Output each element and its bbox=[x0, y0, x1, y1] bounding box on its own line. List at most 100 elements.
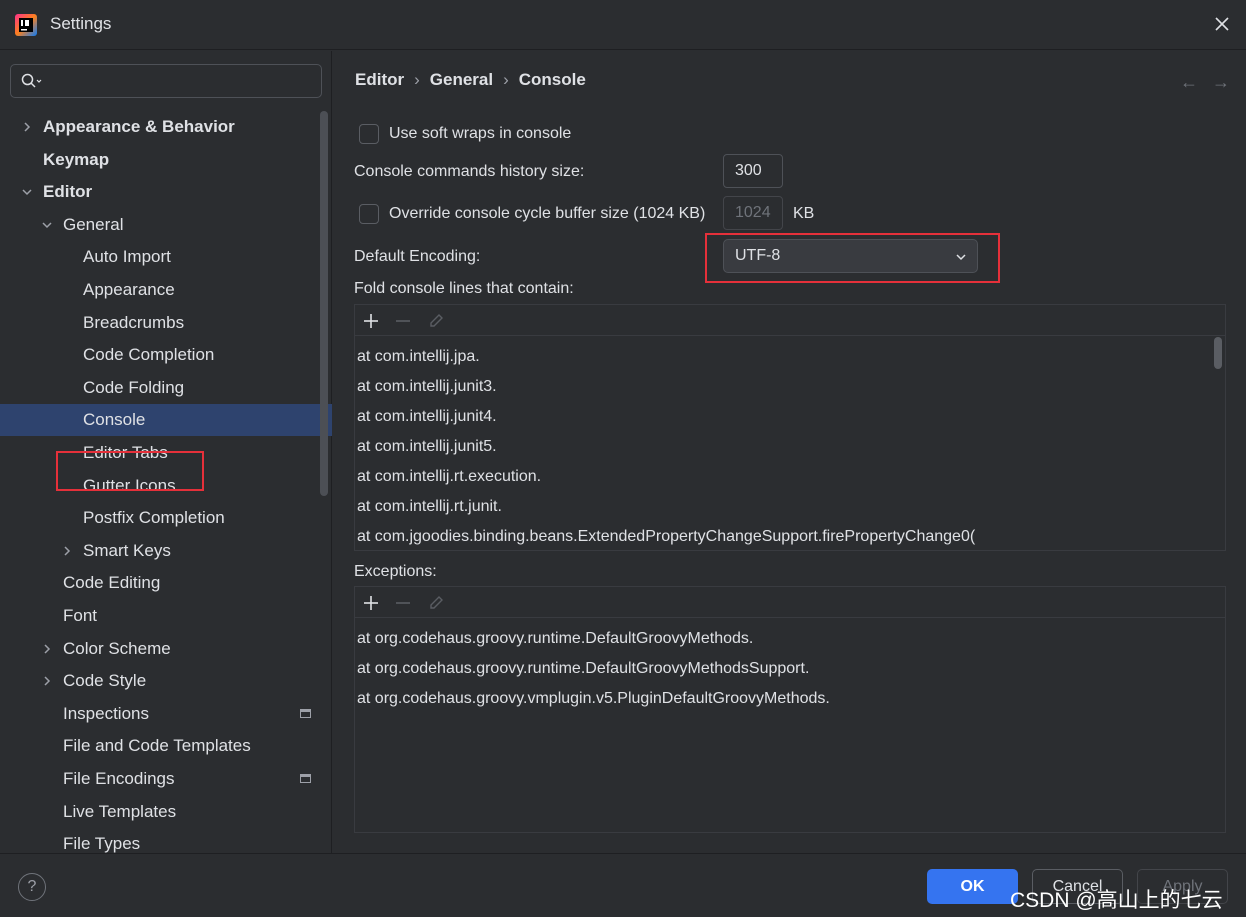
tree-item[interactable]: Postfix Completion bbox=[0, 502, 332, 534]
fold-line-item[interactable]: at com.intellij.rt.execution. bbox=[357, 462, 541, 492]
exception-item[interactable]: at org.codehaus.groovy.vmplugin.v5.Plugi… bbox=[357, 684, 830, 714]
tree-item[interactable]: File and Code Templates bbox=[0, 730, 332, 762]
tree-item-label: Breadcrumbs bbox=[83, 312, 185, 332]
close-icon[interactable] bbox=[1210, 12, 1234, 36]
tree-item-label: Keymap bbox=[43, 149, 110, 169]
tree-item[interactable]: Font bbox=[0, 600, 332, 632]
tree-item-label: Code Completion bbox=[83, 345, 215, 365]
ok-button[interactable]: OK bbox=[927, 869, 1018, 904]
tree-item-label: Inspections bbox=[63, 703, 149, 723]
fold-line-item[interactable]: at com.intellij.rt.junit. bbox=[357, 492, 502, 522]
tree-item[interactable]: Code Style bbox=[0, 665, 332, 697]
tree-item[interactable]: Appearance & Behavior bbox=[0, 111, 332, 143]
tree-item[interactable]: Code Editing bbox=[0, 567, 332, 599]
remove-icon[interactable] bbox=[393, 593, 413, 613]
exceptions-toolbar bbox=[355, 587, 1225, 618]
search-icon bbox=[21, 73, 42, 88]
exception-item[interactable]: at org.codehaus.groovy.runtime.DefaultGr… bbox=[357, 654, 809, 684]
tree-item-label: Auto Import bbox=[83, 247, 171, 267]
search-field[interactable] bbox=[10, 64, 322, 98]
dialog-footer: ? OK Cancel Apply CSDN @高山上的七云 bbox=[0, 853, 1246, 917]
tree-item[interactable]: File Encodings bbox=[0, 763, 332, 795]
chevron-down-icon[interactable] bbox=[40, 218, 54, 232]
fold-line-item[interactable]: at com.intellij.jpa. bbox=[357, 342, 480, 372]
tree-item[interactable]: Inspections bbox=[0, 698, 332, 730]
intellij-logo-icon bbox=[15, 14, 37, 36]
chevron-right-icon[interactable] bbox=[20, 120, 34, 134]
history-size-label: Console commands history size: bbox=[354, 163, 585, 180]
csdn-watermark: CSDN @高山上的七云 bbox=[1010, 889, 1223, 912]
project-settings-icon bbox=[300, 774, 311, 783]
tree-item[interactable]: Breadcrumbs bbox=[0, 307, 332, 339]
chevron-right-icon[interactable] bbox=[40, 674, 54, 688]
fold-toolbar bbox=[355, 305, 1225, 336]
chevron-down-icon[interactable] bbox=[20, 185, 34, 199]
tree-item[interactable]: Code Folding bbox=[0, 372, 332, 404]
tree-item-label: Gutter Icons bbox=[83, 475, 176, 495]
tree-item-label: File Encodings bbox=[63, 769, 175, 788]
tree-item[interactable]: Color Scheme bbox=[0, 633, 332, 665]
tree-item-label: Color Scheme bbox=[63, 638, 171, 658]
edit-pencil-icon[interactable] bbox=[426, 593, 446, 613]
help-button[interactable]: ? bbox=[18, 873, 46, 901]
tree-item[interactable]: Auto Import bbox=[0, 241, 332, 273]
tree-item[interactable]: General bbox=[0, 209, 332, 241]
encoding-dropdown[interactable]: UTF-8 bbox=[723, 239, 978, 273]
tree-item[interactable]: Keymap bbox=[0, 144, 332, 176]
tree-item-label: Appearance bbox=[83, 280, 175, 299]
exception-item[interactable]: at org.codehaus.groovy.runtime.DefaultGr… bbox=[357, 624, 753, 654]
fold-line-item[interactable]: at com.intellij.junit5. bbox=[357, 432, 497, 462]
breadcrumb-console: Console bbox=[518, 70, 586, 89]
tree-item-label: Postfix Completion bbox=[83, 508, 225, 528]
fold-lines-label: Fold console lines that contain: bbox=[354, 280, 574, 297]
forward-arrow-icon[interactable]: → bbox=[1212, 73, 1230, 91]
history-size-input[interactable]: 300 bbox=[723, 154, 783, 188]
override-buffer-label: Override console cycle buffer size (1024… bbox=[389, 205, 706, 222]
fold-list-scrollbar[interactable] bbox=[1214, 337, 1222, 369]
breadcrumb-general[interactable]: General bbox=[430, 70, 493, 90]
chevron-down-icon bbox=[956, 254, 966, 261]
tree-item[interactable]: Code Completion bbox=[0, 339, 332, 371]
sidebar-scrollbar[interactable] bbox=[320, 111, 328, 496]
chevron-right-icon[interactable] bbox=[60, 544, 74, 558]
buffer-unit-label: KB bbox=[793, 205, 815, 222]
tree-item-label: General bbox=[63, 214, 124, 234]
chevron-right-icon[interactable] bbox=[40, 642, 54, 656]
tree-item[interactable]: Smart Keys bbox=[0, 535, 332, 567]
encoding-value: UTF-8 bbox=[735, 247, 781, 264]
tree-item-label: Code Editing bbox=[63, 573, 161, 593]
add-icon[interactable] bbox=[361, 593, 381, 613]
remove-icon[interactable] bbox=[393, 311, 413, 331]
fold-line-item[interactable]: at com.intellij.junit4. bbox=[357, 402, 497, 432]
title-bar: Settings bbox=[0, 0, 1246, 50]
back-arrow-icon[interactable]: ← bbox=[1180, 73, 1198, 91]
tree-item[interactable]: Live Templates bbox=[0, 796, 332, 828]
soft-wraps-label: Use soft wraps in console bbox=[389, 125, 572, 142]
tree-item[interactable]: Appearance bbox=[0, 274, 332, 306]
tree-item-label: Smart Keys bbox=[83, 540, 171, 560]
tree-item-label: Font bbox=[63, 606, 98, 625]
override-buffer-checkbox[interactable] bbox=[359, 204, 379, 224]
soft-wraps-checkbox[interactable] bbox=[359, 124, 379, 144]
tree-item-label: Live Templates bbox=[63, 801, 177, 821]
breadcrumb-separator: › bbox=[503, 70, 509, 89]
settings-sidebar: Appearance & Behavior Keymap Editor General… bbox=[0, 51, 332, 853]
tree-item[interactable]: Editor bbox=[0, 176, 332, 208]
add-icon[interactable] bbox=[361, 311, 381, 331]
tree-item-label: File and Code Templates bbox=[63, 736, 251, 756]
tree-item-label: Code Folding bbox=[83, 377, 185, 397]
fold-line-item[interactable]: at com.intellij.junit3. bbox=[357, 372, 497, 402]
breadcrumb-editor[interactable]: Editor bbox=[355, 70, 404, 90]
search-input[interactable] bbox=[51, 69, 311, 93]
tree-item[interactable]: Gutter Icons bbox=[0, 470, 332, 502]
exceptions-label: Exceptions: bbox=[354, 563, 437, 580]
settings-content: Editor › General › Console ← → Use soft wrap… bbox=[333, 51, 1246, 853]
window-title: Settings bbox=[50, 14, 112, 33]
tree-item[interactable]: Editor Tabs bbox=[0, 437, 332, 469]
tree-item-label: Code Style bbox=[63, 671, 147, 691]
tree-item[interactable]: Console bbox=[0, 404, 332, 437]
edit-pencil-icon[interactable] bbox=[426, 311, 446, 331]
fold-line-item[interactable]: at com.jgoodies.binding.beans.ExtendedPr… bbox=[357, 522, 975, 552]
tree-item-label: Console bbox=[83, 410, 146, 430]
buffer-size-input: 1024 bbox=[723, 196, 783, 230]
